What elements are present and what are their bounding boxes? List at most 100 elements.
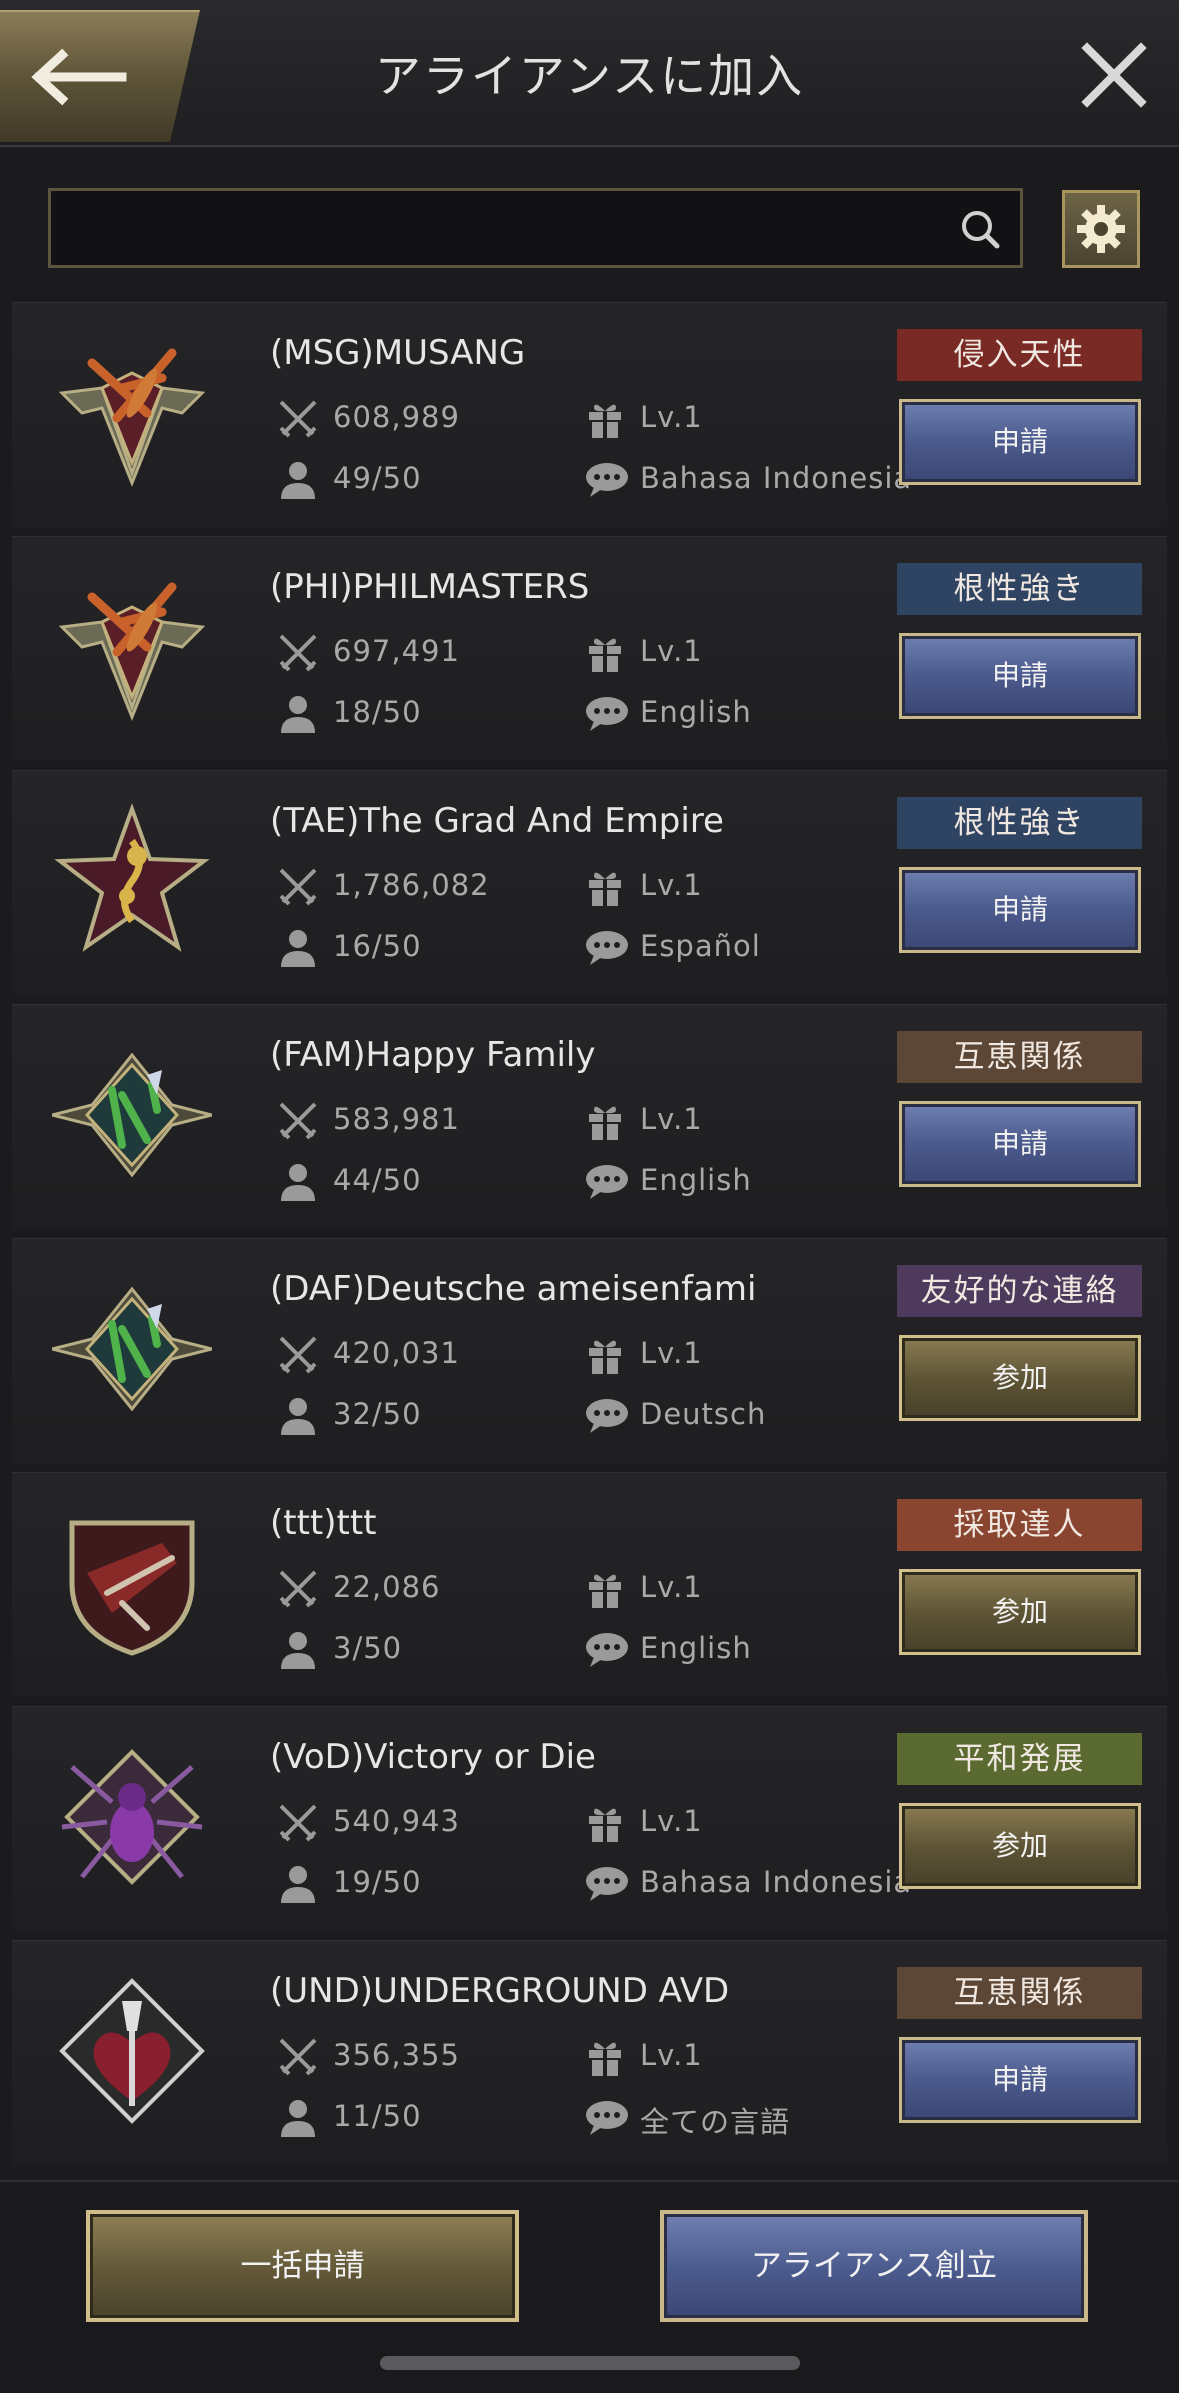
alliance-name: (UND)UNDERGROUND AVD [270,1971,730,2011]
alliance-row[interactable]: (VoD)Victory or Die 540,943 19/50 Lv.1 B… [12,1706,1167,1931]
close-button[interactable] [1079,40,1149,110]
chat-bubble-icon [586,931,628,965]
language-value: Bahasa Indonesia [640,1865,913,1899]
language-value: English [640,1163,752,1197]
alliance-row[interactable]: (MSG)MUSANG 608,989 49/50 Lv.1 Bahasa In… [12,302,1167,527]
alliance-row[interactable]: (FAM)Happy Family 583,981 44/50 Lv.1 Eng… [12,1004,1167,1229]
apply-button[interactable]: 申請 [899,399,1141,485]
alliance-row[interactable]: (UND)UNDERGROUND AVD 356,355 11/50 Lv.1 … [12,1940,1167,2165]
power-value: 1,786,082 [333,868,490,902]
language-value: Deutsch [640,1397,767,1431]
alliance-name: (VoD)Victory or Die [270,1737,596,1777]
person-icon [281,2100,315,2137]
alliance-name: (ttt)ttt [270,1503,377,1543]
apply-button[interactable]: 申請 [899,1101,1141,1187]
create-alliance-button[interactable]: アライアンス創立 [660,2210,1088,2322]
members-value: 16/50 [333,929,422,963]
level-value: Lv.1 [640,868,703,902]
apply-button[interactable]: 申請 [899,633,1141,719]
members-value: 44/50 [333,1163,422,1197]
gift-icon [589,1808,621,1842]
close-icon [1081,42,1147,108]
search-input[interactable] [65,197,969,261]
alliance-name: (FAM)Happy Family [270,1035,596,1075]
alliance-tag: 根性強き [897,797,1142,849]
members-value: 32/50 [333,1397,422,1431]
alliance-list: (MSG)MUSANG 608,989 49/50 Lv.1 Bahasa In… [12,302,1167,2174]
alliance-row[interactable]: (PHI)PHILMASTERS 697,491 18/50 Lv.1 Engl… [12,536,1167,761]
members-value: 11/50 [333,2099,422,2133]
crossed-swords-icon [279,634,317,672]
members-value: 49/50 [333,461,422,495]
join-button[interactable]: 参加 [899,1335,1141,1421]
search-icon[interactable] [958,207,1002,251]
power-value: 608,989 [333,400,460,434]
settings-button[interactable] [1062,190,1140,268]
power-value: 583,981 [333,1102,460,1136]
crossed-swords-icon [279,1102,317,1140]
alliance-name: (DAF)Deutsche ameisenfami [270,1269,757,1309]
alliance-row[interactable]: (TAE)The Grad And Empire 1,786,082 16/50… [12,770,1167,995]
gift-icon [589,1574,621,1608]
alliance-tag: 平和発展 [897,1733,1142,1785]
chat-bubble-icon [586,1399,628,1433]
members-value: 19/50 [333,1865,422,1899]
alliance-row[interactable]: (ttt)ttt 22,086 3/50 Lv.1 English 採取達人 参… [12,1472,1167,1697]
chat-bubble-icon [586,697,628,731]
crossed-swords-icon [279,1570,317,1608]
chat-bubble-icon [586,2101,628,2135]
chat-bubble-icon [586,1633,628,1667]
language-value: English [640,695,752,729]
level-value: Lv.1 [640,400,703,434]
shield-beetle-emblem-icon [69,1520,195,1656]
page-title: アライアンスに加入 [374,49,805,103]
join-button[interactable]: 参加 [899,1569,1141,1655]
search-box [48,188,1023,268]
alliance-name: (PHI)PHILMASTERS [270,567,590,607]
person-icon [281,1398,315,1435]
power-value: 356,355 [333,2038,460,2072]
person-icon [281,462,315,499]
mantis-emblem-icon [52,1052,212,1178]
power-value: 697,491 [333,634,460,668]
bulk-apply-button[interactable]: 一括申請 [86,2210,519,2322]
members-value: 3/50 [333,1631,403,1665]
heart-emblem-icon [59,1978,205,2124]
level-value: Lv.1 [640,1336,703,1370]
level-value: Lv.1 [640,2038,703,2072]
language-value: Español [640,929,761,963]
gear-icon [1077,205,1125,253]
header-bar: アライアンスに加入 [0,0,1179,147]
power-value: 22,086 [333,1570,441,1604]
dragonfly-emblem-icon [58,348,206,488]
alliance-tag: 互恵関係 [897,1031,1142,1083]
language-value: 全ての言語 [640,2105,791,2139]
power-value: 540,943 [333,1804,460,1838]
gift-icon [589,872,621,906]
chat-bubble-icon [586,1165,628,1199]
level-value: Lv.1 [640,634,703,668]
crossed-swords-icon [279,868,317,906]
gift-icon [589,404,621,438]
person-icon [281,930,315,967]
alliance-row[interactable]: (DAF)Deutsche ameisenfami 420,031 32/50 … [12,1238,1167,1463]
person-icon [281,1632,315,1669]
gift-icon [589,638,621,672]
apply-button[interactable]: 申請 [899,2037,1141,2123]
gift-icon [589,2042,621,2076]
dragonfly-emblem-icon [58,582,206,722]
crossed-swords-icon [279,1804,317,1842]
alliance-tag: 侵入天性 [897,329,1142,381]
crossed-swords-icon [279,1336,317,1374]
join-button[interactable]: 参加 [899,1803,1141,1889]
star-emblem-icon [54,803,210,952]
chat-bubble-icon [586,463,628,497]
members-value: 18/50 [333,695,422,729]
apply-button[interactable]: 申請 [899,867,1141,953]
mantis-emblem-icon [52,1286,212,1412]
person-icon [281,696,315,733]
spider-emblem-icon [61,1749,203,1885]
gift-icon [589,1340,621,1374]
power-value: 420,031 [333,1336,460,1370]
alliance-tag: 友好的な連絡 [897,1265,1142,1317]
